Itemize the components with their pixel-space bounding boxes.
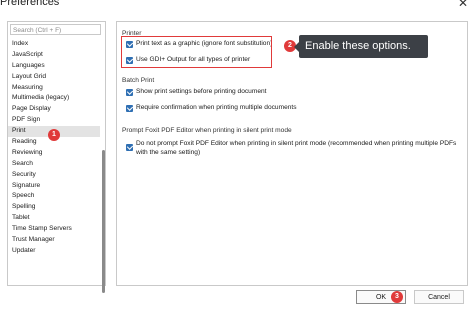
sidebar-item-page-display[interactable]: Page Display xyxy=(8,104,100,115)
prompt-section-title: Prompt Foxit PDF Editor when printing in… xyxy=(122,127,292,134)
search-input[interactable]: Search (Ctrl + F) xyxy=(10,24,101,35)
sidebar-item-security[interactable]: Security xyxy=(8,170,100,181)
sidebar-item-javascript[interactable]: JavaScript xyxy=(8,50,100,61)
option-label-show-print-settings: Show print settings before printing docu… xyxy=(136,88,267,95)
sidebar-item-languages[interactable]: Languages xyxy=(8,61,100,72)
sidebar-item-speech[interactable]: Speech xyxy=(8,191,100,202)
sidebar-item-search[interactable]: Search xyxy=(8,159,100,170)
sidebar-item-multimedia[interactable]: Multimedia (legacy) xyxy=(8,93,100,104)
highlight-box xyxy=(121,36,272,68)
sidebar-item-trust-manager[interactable]: Trust Manager xyxy=(8,235,100,246)
sidebar-item-tablet[interactable]: Tablet xyxy=(8,213,100,224)
sidebar-item-pdf-sign[interactable]: PDF Sign xyxy=(8,115,100,126)
sidebar-item-spelling[interactable]: Spelling xyxy=(8,202,100,213)
sidebar-item-time-stamp-servers[interactable]: Time Stamp Servers xyxy=(8,224,100,235)
cancel-button[interactable]: Cancel xyxy=(414,290,464,304)
option-label-require-confirmation: Require confirmation when printing multi… xyxy=(136,104,297,111)
sidebar-item-signature[interactable]: Signature xyxy=(8,181,100,192)
window-title: Preferences xyxy=(0,0,60,8)
instruction-callout: Enable these options. xyxy=(294,35,428,58)
sidebar-item-reviewing[interactable]: Reviewing xyxy=(8,148,100,159)
step-badge-1: 1 xyxy=(48,129,60,141)
sidebar-item-measuring[interactable]: Measuring xyxy=(8,83,100,94)
checkbox-require-confirmation[interactable] xyxy=(126,105,133,112)
sidebar-item-updater[interactable]: Updater xyxy=(8,246,100,257)
sidebar-item-index[interactable]: Index xyxy=(8,39,100,50)
close-icon[interactable]: ✕ xyxy=(458,0,468,10)
step-badge-3: 3 xyxy=(391,291,403,303)
checkbox-show-print-settings[interactable] xyxy=(126,89,133,96)
option-label-do-not-prompt: Do not prompt Foxit PDF Editor when prin… xyxy=(136,140,457,156)
checkbox-do-not-prompt[interactable] xyxy=(126,144,133,151)
sidebar-scrollbar[interactable] xyxy=(102,150,105,293)
category-list: Index JavaScript Languages Layout Grid M… xyxy=(8,39,100,257)
batch-print-section-title: Batch Print xyxy=(122,77,155,84)
category-sidebar: Search (Ctrl + F) Index JavaScript Langu… xyxy=(7,21,106,293)
sidebar-item-layout-grid[interactable]: Layout Grid xyxy=(8,72,100,83)
title-bar: Preferences ✕ xyxy=(0,0,474,10)
